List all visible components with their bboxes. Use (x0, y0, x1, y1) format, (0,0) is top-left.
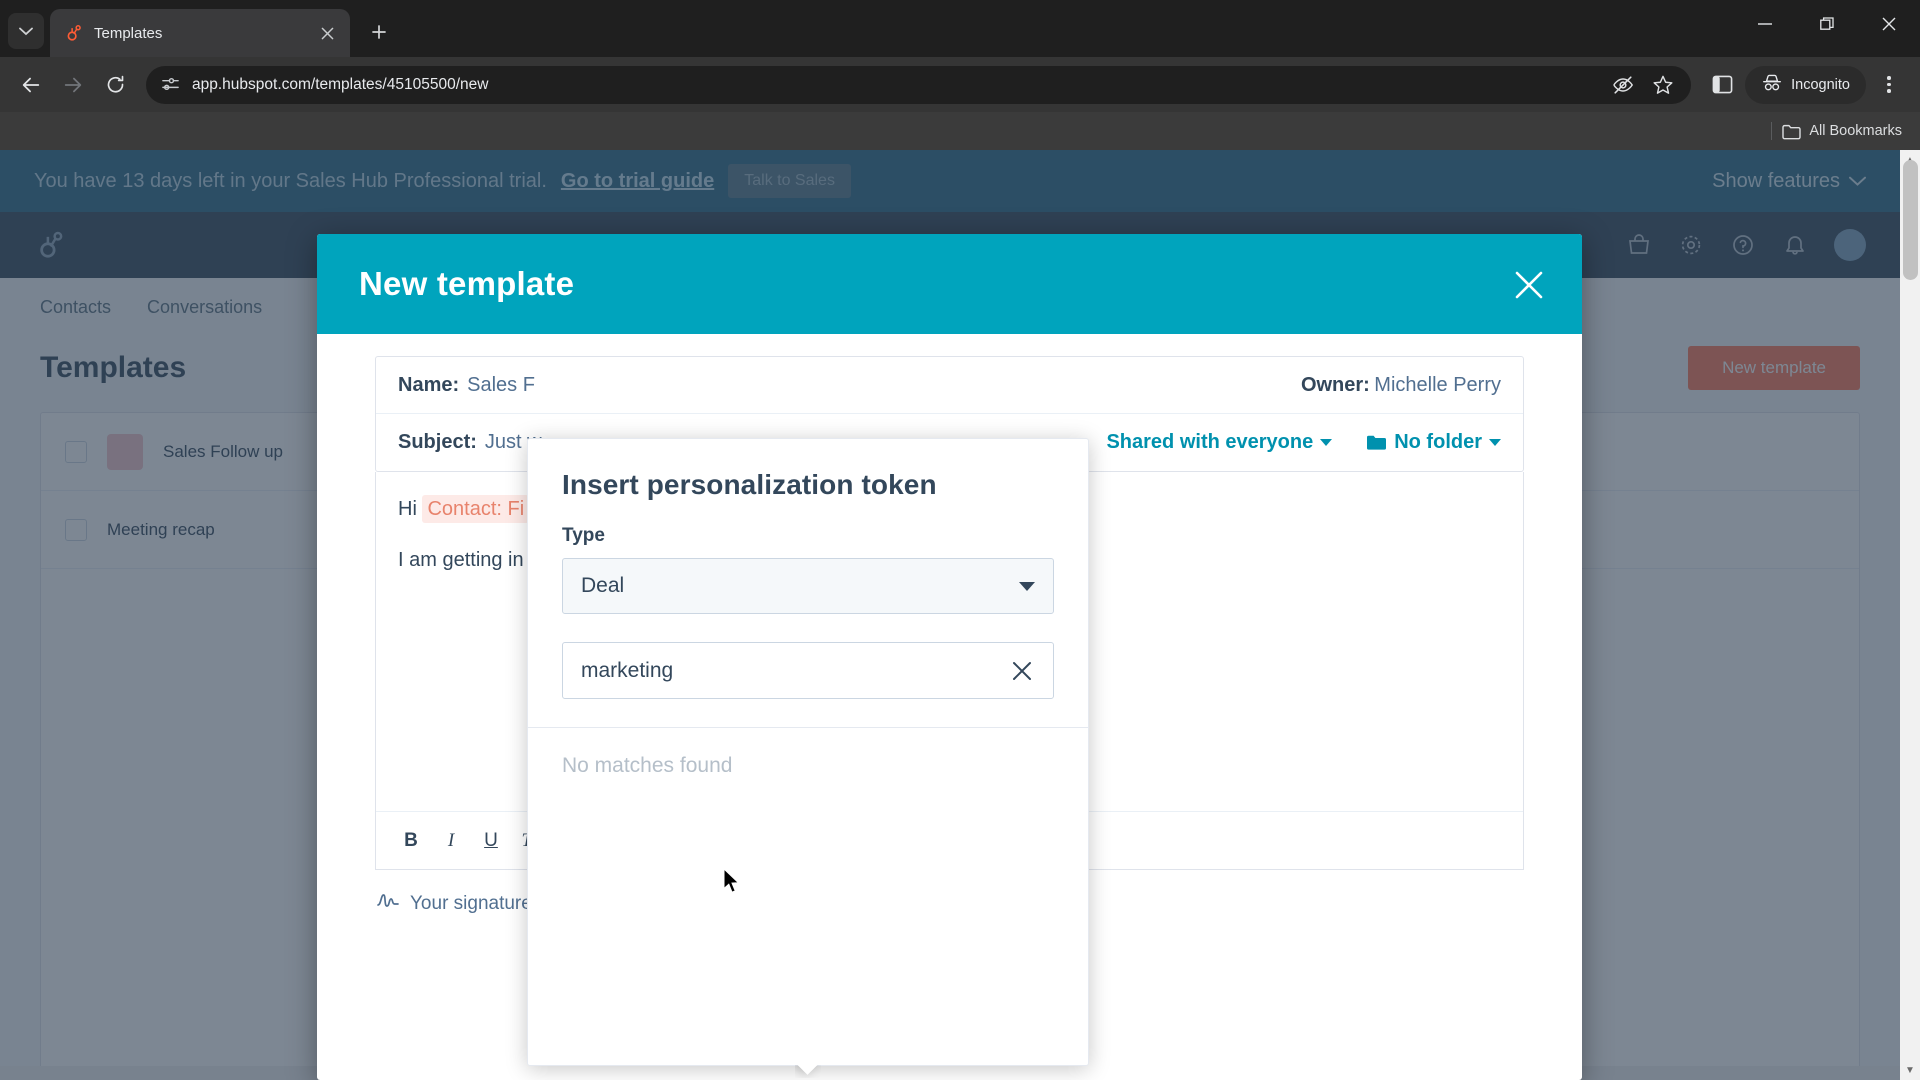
folder-label: No folder (1394, 431, 1482, 453)
vertical-scroll-thumb[interactable] (1903, 160, 1918, 280)
chevron-down-icon (19, 27, 33, 35)
modal-title: New template (359, 265, 575, 302)
name-value[interactable]: Sales F (467, 374, 535, 397)
page-info-icon[interactable] (160, 75, 180, 95)
reload-icon (107, 75, 123, 93)
forward-arrow-icon (64, 77, 82, 92)
tab-strip: Templates (0, 0, 1920, 57)
token-type-value: Deal (581, 574, 625, 597)
bookmarks-bar: All Bookmarks (0, 112, 1920, 150)
browser-tab-templates[interactable]: Templates (50, 9, 350, 57)
popover-content: Insert personalization token Type Deal (528, 439, 1088, 699)
bookmarks-divider (1771, 122, 1773, 140)
folder-icon (1367, 435, 1387, 450)
token-search-field[interactable] (562, 642, 1054, 699)
modal-close-button[interactable] (1510, 266, 1548, 304)
shared-label: Shared with everyone (1106, 431, 1314, 453)
close-icon (1515, 271, 1543, 299)
personalization-token[interactable]: Contact: Fi (422, 495, 530, 523)
mouse-pointer-icon (723, 867, 740, 893)
reload-button[interactable] (96, 66, 134, 104)
page-viewport: You have 13 days left in your Sales Hub … (0, 150, 1920, 1080)
shared-with-everyone-dropdown[interactable]: Shared with everyone (1106, 431, 1333, 454)
window-close-button[interactable] (1858, 0, 1920, 48)
popover-title: Insert personalization token (562, 469, 937, 500)
hubspot-sprocket-icon (64, 23, 84, 43)
tab-close-icon[interactable] (316, 22, 338, 44)
address-bar[interactable]: app.hubspot.com/templates/45105500/new (146, 65, 1692, 104)
url-text: app.hubspot.com/templates/45105500/new (192, 75, 489, 93)
owner-value: Michelle Perry (1374, 373, 1501, 396)
browser-window: Templates app.hubspot.com/templates/4510… (0, 0, 1920, 1080)
profile-label: Incognito (1791, 76, 1850, 93)
caret-down-icon (1320, 439, 1333, 446)
subject-label: Subject: (398, 431, 477, 453)
scroll-down-arrow[interactable]: ▼ (1900, 1060, 1920, 1080)
browser-toolbar: app.hubspot.com/templates/45105500/new I… (0, 57, 1920, 112)
side-panel-button[interactable] (1703, 66, 1741, 104)
browser-menu-button[interactable] (1870, 66, 1908, 104)
all-bookmarks-label: All Bookmarks (1809, 123, 1902, 139)
tab-search-button[interactable] (8, 13, 44, 49)
owner-group: Owner: Michelle Perry (1301, 374, 1501, 397)
profile-incognito-button[interactable]: Incognito (1745, 65, 1866, 104)
token-type-select[interactable]: Deal (562, 558, 1054, 614)
back-arrow-icon (22, 77, 40, 92)
clear-search-button[interactable] (1007, 656, 1037, 686)
kebab-menu-icon (1887, 76, 1891, 80)
type-label: Type (562, 525, 605, 546)
forward-button[interactable] (54, 66, 92, 104)
owner-label: Owner: (1300, 373, 1370, 396)
omnibox-actions (1611, 73, 1681, 97)
modal-header: New template (317, 234, 1582, 334)
underline-button[interactable]: U (474, 823, 508, 859)
new-tab-button[interactable] (362, 15, 396, 49)
greeting-prefix: Hi (398, 498, 423, 520)
bold-button[interactable]: B (394, 823, 428, 859)
name-label: Name: (398, 373, 460, 396)
plus-icon (372, 25, 386, 39)
all-bookmarks-button[interactable]: All Bookmarks (1782, 123, 1902, 140)
folder-icon (1782, 124, 1802, 139)
italic-button[interactable]: I (434, 823, 468, 859)
eye-slash-icon[interactable] (1611, 73, 1635, 97)
side-panel-icon (1712, 75, 1733, 94)
caret-down-icon (1019, 581, 1035, 591)
caret-down-icon (1489, 439, 1501, 446)
signature-icon (377, 892, 399, 916)
template-name-row: Name: Sales F Owner: Michelle Perry (376, 357, 1523, 414)
incognito-hat-icon (1761, 72, 1783, 98)
popover-arrow (795, 1065, 821, 1078)
window-minimize-button[interactable] (1734, 0, 1796, 48)
close-icon (1013, 661, 1031, 680)
token-search-input[interactable] (581, 658, 997, 683)
mouse-cursor (722, 867, 742, 901)
restore-icon (1819, 16, 1834, 30)
folder-dropdown[interactable]: No folder (1366, 431, 1501, 454)
insert-personalization-token-popover: Insert personalization token Type Deal N… (527, 438, 1089, 1066)
window-maximize-button[interactable] (1796, 0, 1858, 48)
no-matches-message: No matches found (562, 754, 733, 777)
back-button[interactable] (12, 66, 50, 104)
sharing-group: Shared with everyone No folder (1106, 431, 1501, 454)
star-icon[interactable] (1651, 73, 1675, 97)
tab-title: Templates (94, 24, 163, 42)
window-controls (1734, 0, 1920, 48)
vertical-scrollbar[interactable]: ▲ ▼ (1900, 150, 1920, 1080)
